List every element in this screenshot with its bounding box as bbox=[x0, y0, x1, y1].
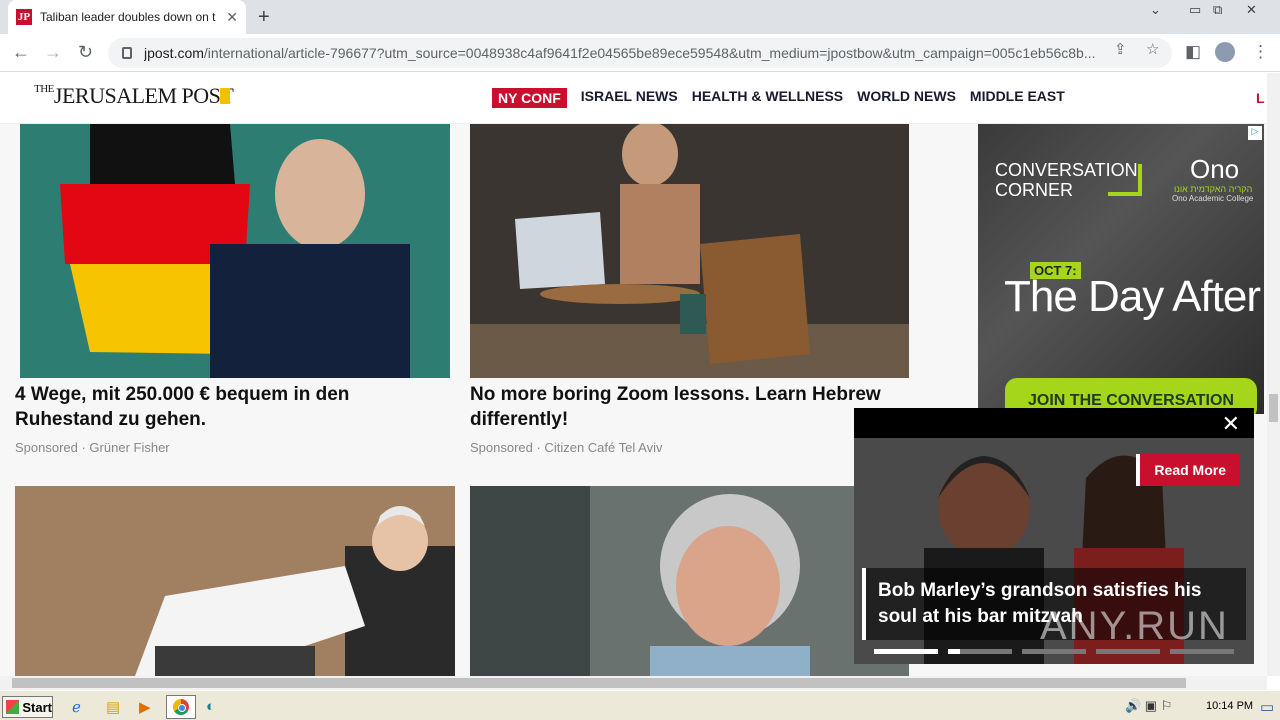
back-icon[interactable]: ← bbox=[12, 42, 30, 63]
horizontal-scroll-thumb[interactable] bbox=[12, 678, 1186, 688]
card-sponsor: Sponsored · Grüner Fisher bbox=[15, 440, 170, 455]
browser-toolbar: ← → ↻ jpost.com/international/article-79… bbox=[0, 34, 1280, 72]
nav-health-wellness[interactable]: HEALTH & WELLNESS bbox=[692, 88, 843, 108]
progress-segment-active[interactable] bbox=[874, 649, 938, 654]
media-player-icon[interactable]: ▶ bbox=[139, 698, 151, 716]
ono-conversation-ad[interactable]: ▷ CONVERSATION CORNER Ono הקריה האקדמית … bbox=[978, 124, 1264, 414]
progress-segment[interactable] bbox=[1170, 649, 1234, 654]
jpost-favicon-icon: JP bbox=[16, 9, 32, 25]
card-image-germany[interactable] bbox=[20, 124, 450, 378]
reload-icon[interactable]: ↻ bbox=[78, 42, 93, 63]
tab-title: Taliban leader doubles down on treat bbox=[40, 10, 216, 24]
chrome-icon bbox=[173, 699, 189, 715]
bookmark-star-icon[interactable]: ☆ bbox=[1146, 40, 1159, 58]
ad-bracket-decoration bbox=[1108, 164, 1142, 196]
chrome-taskbar-button[interactable] bbox=[166, 695, 196, 719]
nav-world-news[interactable]: WORLD NEWS bbox=[857, 88, 956, 108]
nav-overflow-item[interactable]: L bbox=[1256, 90, 1265, 106]
tab-strip: JP Taliban leader doubles down on treat … bbox=[0, 0, 1280, 34]
card-image-old-man[interactable] bbox=[15, 486, 455, 676]
browser-tab[interactable]: JP Taliban leader doubles down on treat … bbox=[8, 0, 246, 34]
card-title[interactable]: 4 Wege, mit 250.000 € bequem in den Ruhe… bbox=[15, 382, 445, 432]
card-sponsor: Sponsored · Citizen Café Tel Aviv bbox=[470, 440, 663, 455]
vertical-scrollbar[interactable] bbox=[1267, 73, 1280, 676]
progress-segment[interactable] bbox=[1022, 649, 1086, 654]
nav-israel-news[interactable]: ISRAEL NEWS bbox=[581, 88, 678, 108]
system-tray-icons[interactable]: 🔊 ▣ ⚐ bbox=[1125, 698, 1172, 714]
restore-icon[interactable]: ⧉ bbox=[1213, 2, 1222, 18]
windows-taskbar: Start ℯ ▤ ▶ ◐ 🔊 ▣ ⚐ 10:14 PM ▭ bbox=[0, 690, 1280, 720]
progress-segment[interactable] bbox=[1096, 649, 1160, 654]
site-logo[interactable]: THEJERUSALEM POST bbox=[34, 83, 234, 109]
adchoices-icon[interactable]: ▷ bbox=[1248, 126, 1262, 140]
close-tab-icon[interactable]: ✕ bbox=[226, 9, 238, 26]
tab-search-icon[interactable]: ⌄ bbox=[1150, 2, 1161, 18]
card-title[interactable]: No more boring Zoom lessons. Learn Hebre… bbox=[470, 382, 909, 432]
close-window-icon[interactable]: ✕ bbox=[1246, 2, 1257, 18]
start-button[interactable]: Start bbox=[2, 696, 53, 718]
forward-icon[interactable]: → bbox=[44, 42, 62, 63]
main-nav: NY CONF ISRAEL NEWS HEALTH & WELLNESS WO… bbox=[492, 88, 1065, 108]
new-tab-icon[interactable]: + bbox=[258, 6, 270, 29]
read-more-button[interactable]: Read More bbox=[1136, 454, 1240, 486]
germany-map-illustration bbox=[60, 124, 410, 378]
minimize-icon[interactable]: ▭ bbox=[1189, 2, 1201, 18]
folder-icon[interactable]: ▤ bbox=[106, 698, 120, 716]
anyrun-watermark: ANY.RUN bbox=[1040, 604, 1229, 648]
card-image-old-woman[interactable] bbox=[470, 486, 909, 676]
address-bar[interactable]: jpost.com/international/article-796677?u… bbox=[108, 38, 1172, 68]
ie-icon[interactable]: ℯ bbox=[72, 698, 81, 716]
woman-laptop-illustration bbox=[470, 124, 909, 378]
elderly-woman-illustration bbox=[470, 486, 909, 676]
menu-kebab-icon[interactable]: ⋮ bbox=[1252, 42, 1269, 62]
site-header: THEJERUSALEM POST NY CONF ISRAEL NEWS HE… bbox=[0, 73, 1267, 124]
progress-segment-fill bbox=[948, 649, 960, 654]
video-topbar: ✕ bbox=[854, 408, 1254, 438]
url-text: jpost.com/international/article-796677?u… bbox=[144, 45, 1096, 61]
clock: 10:14 PM bbox=[1206, 700, 1254, 712]
ono-college-name: Ono Academic College bbox=[1172, 194, 1254, 203]
elderly-man-illustration bbox=[15, 486, 455, 676]
show-desktop-icon[interactable]: ▭ bbox=[1260, 698, 1274, 716]
vertical-scroll-thumb[interactable] bbox=[1269, 394, 1278, 422]
lock-icon bbox=[122, 47, 132, 59]
nav-ny-conf[interactable]: NY CONF bbox=[492, 88, 567, 108]
windows-logo-icon bbox=[6, 700, 20, 714]
side-panel-icon[interactable]: ◧ bbox=[1185, 42, 1201, 62]
ono-logo: Ono bbox=[1190, 154, 1240, 184]
cursor-icon bbox=[220, 88, 230, 104]
share-icon[interactable]: ⇪ bbox=[1114, 40, 1127, 58]
edge-icon[interactable]: ◐ bbox=[206, 698, 215, 715]
ad-headline: The Day After bbox=[1004, 272, 1261, 321]
profile-avatar[interactable] bbox=[1215, 42, 1235, 62]
ono-hebrew-name: הקריה האקדמית אונו bbox=[1174, 184, 1253, 194]
close-video-icon[interactable]: ✕ bbox=[1222, 411, 1240, 437]
nav-middle-east[interactable]: MIDDLE EAST bbox=[970, 88, 1065, 108]
card-image-hebrew[interactable] bbox=[470, 124, 909, 378]
